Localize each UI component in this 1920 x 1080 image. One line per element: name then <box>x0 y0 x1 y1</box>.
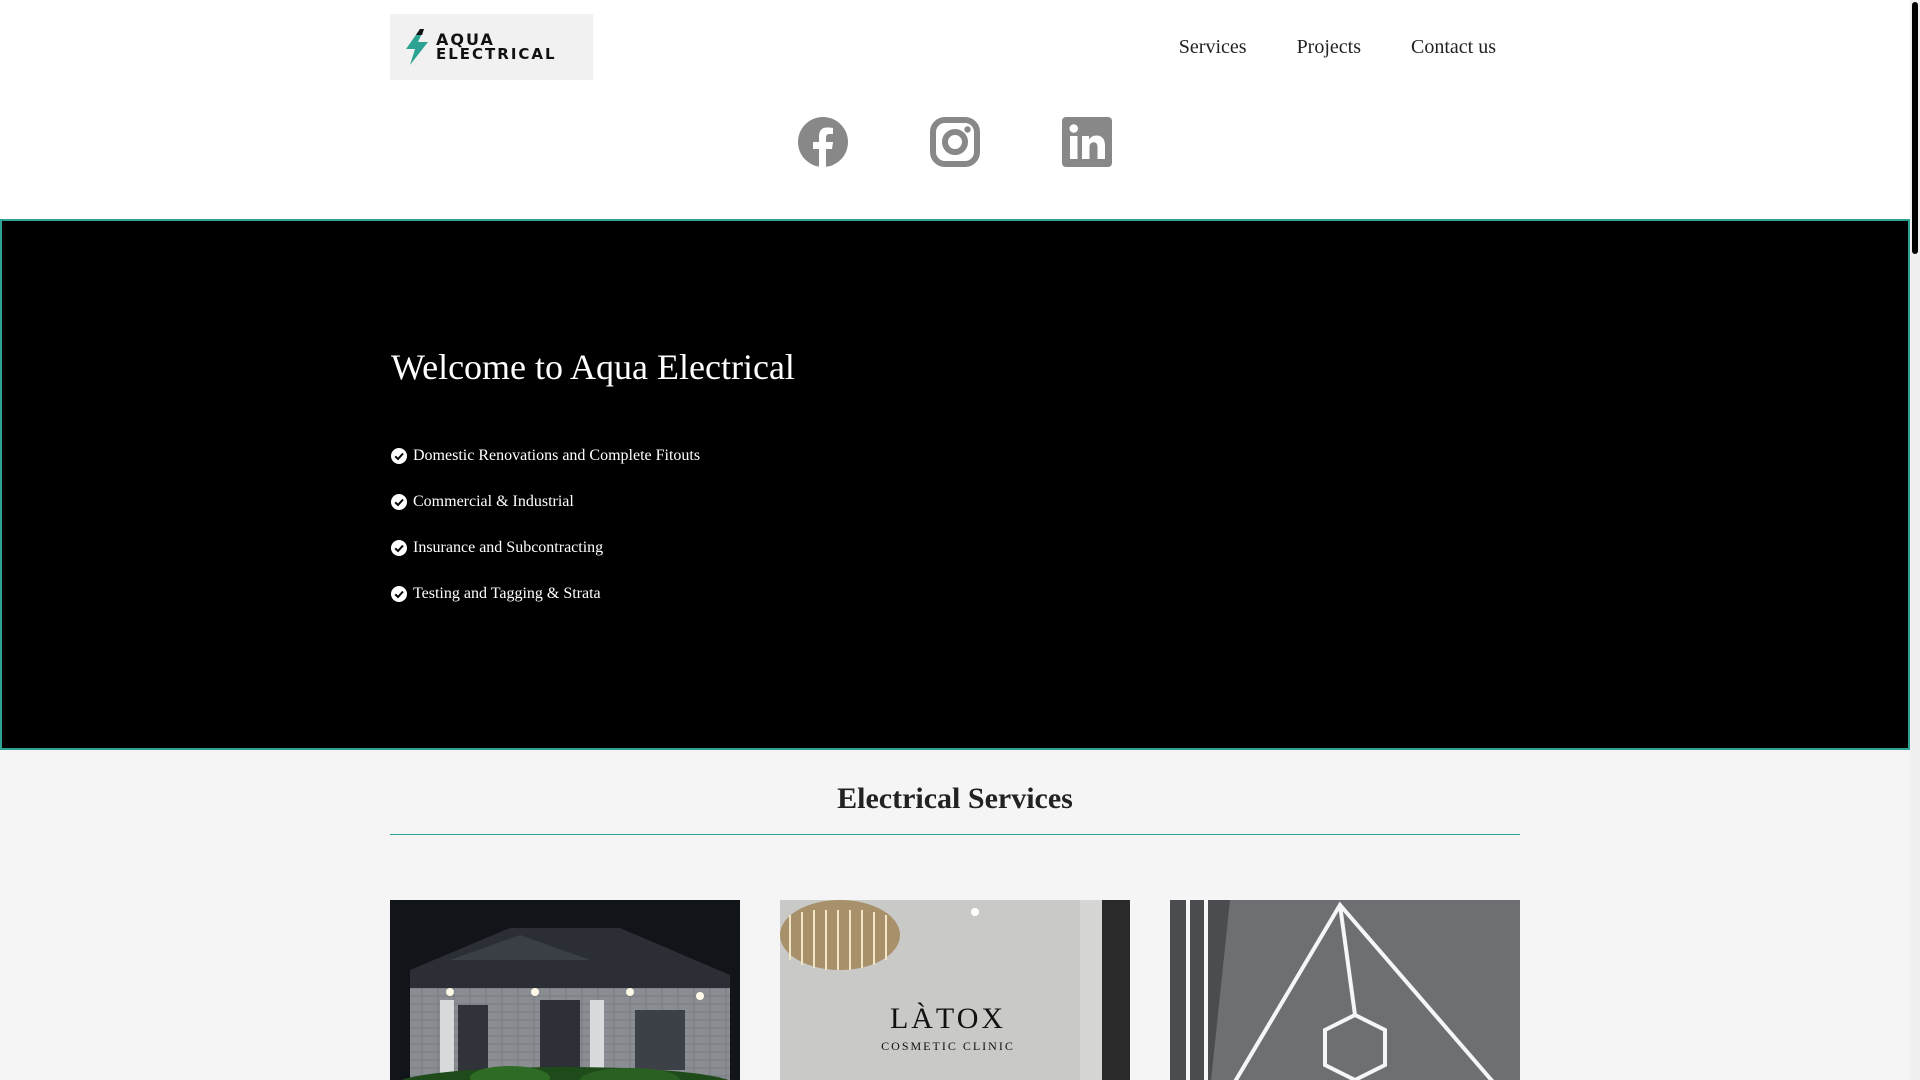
check-circle-icon <box>391 586 407 602</box>
social-links <box>798 117 1112 167</box>
linkedin-icon[interactable] <box>1062 117 1112 167</box>
page-scrollbar[interactable] <box>1910 0 1920 1080</box>
services-title: Electrical Services <box>837 782 1073 815</box>
lightning-bolt-icon <box>406 29 428 65</box>
list-item-label: Domestic Renovations and Complete Fitout… <box>413 447 701 464</box>
scrollbar-thumb[interactable] <box>1912 2 1918 254</box>
list-item: Commercial & Industrial <box>391 479 700 525</box>
check-circle-icon <box>391 448 407 464</box>
facebook-icon[interactable] <box>798 117 848 167</box>
service-card-lighting[interactable] <box>1170 900 1520 1080</box>
list-item: Insurance and Subcontracting <box>391 525 700 571</box>
hero-title: Welcome to Aqua Electrical <box>391 347 795 387</box>
logo-line-2: ELECTRICAL <box>436 45 557 63</box>
service-card-domestic[interactable] <box>390 900 740 1080</box>
list-item-label: Testing and Tagging & Strata <box>413 585 601 602</box>
instagram-icon[interactable] <box>930 117 980 167</box>
nav-projects-link[interactable]: Projects <box>1297 36 1361 59</box>
services-section: Electrical Services LÀTOX COSMETIC CLINI… <box>0 750 1910 1080</box>
list-item-label: Commercial & Industrial <box>413 493 574 510</box>
clinic-sign-subtext: COSMETIC CLINIC <box>881 1039 1015 1053</box>
site-header: AQUA ELECTRICAL Services Projects Contac… <box>0 0 1910 220</box>
nav-services-link[interactable]: Services <box>1179 36 1247 59</box>
main-nav: Services Projects Contact us <box>1179 36 1496 59</box>
hero-services-list: Domestic Renovations and Complete Fitout… <box>391 433 700 617</box>
hero-section: Welcome to Aqua Electrical Domestic Reno… <box>0 219 1910 750</box>
check-circle-icon <box>391 494 407 510</box>
list-item: Testing and Tagging & Strata <box>391 571 700 617</box>
divider <box>390 834 1520 835</box>
list-item-label: Insurance and Subcontracting <box>413 539 604 556</box>
cosmetic-clinic-sign-image: LÀTOX COSMETIC CLINIC <box>780 900 1130 1080</box>
page: AQUA ELECTRICAL Services Projects Contac… <box>0 0 1920 1080</box>
list-item: Domestic Renovations and Complete Fitout… <box>391 433 700 479</box>
check-circle-icon <box>391 540 407 556</box>
nav-contact-link[interactable]: Contact us <box>1411 36 1496 59</box>
house-exterior-night-image <box>390 900 740 1080</box>
logo[interactable]: AQUA ELECTRICAL <box>390 14 593 80</box>
led-ceiling-lights-image <box>1170 900 1520 1080</box>
clinic-sign-text: LÀTOX <box>890 1002 1006 1035</box>
logo-text: AQUA ELECTRICAL <box>436 32 557 62</box>
service-card-commercial[interactable]: LÀTOX COSMETIC CLINIC <box>780 900 1130 1080</box>
